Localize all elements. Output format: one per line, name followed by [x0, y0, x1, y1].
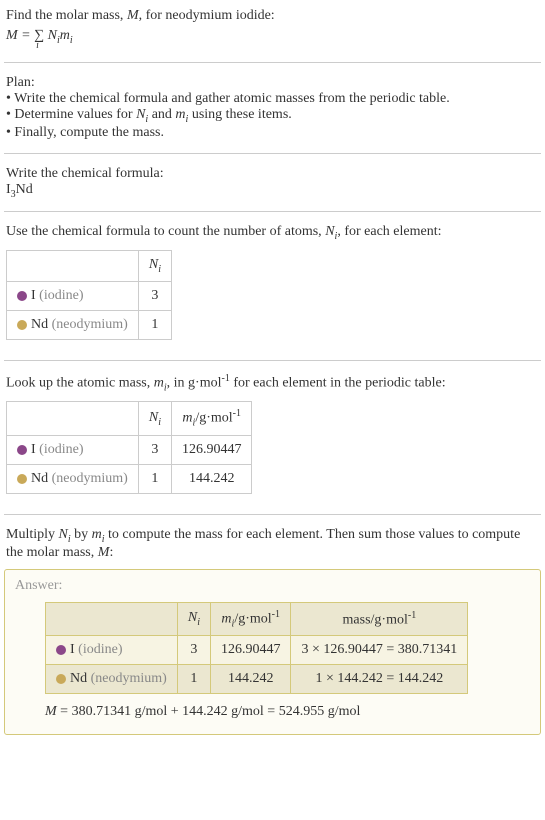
divider [4, 360, 541, 361]
iodine-n: 3 [138, 281, 171, 310]
molar-mass-formula: M = ∑i Nimi [6, 28, 539, 46]
empty-header [7, 402, 139, 435]
iodine-n: 3 [177, 636, 210, 665]
plan-heading: Plan: [6, 75, 539, 91]
lookup-section: Look up the atomic mass, mi, in g·mol-1 … [4, 369, 541, 506]
formula-rhs-m: m [60, 28, 70, 43]
intro-text: Find the molar mass, M, for neodymium io… [6, 8, 539, 24]
table-row: Nd (neodymium) 1 [7, 310, 172, 339]
formula-sum-sub: i [36, 40, 39, 51]
formula-rhs-m-sub: i [70, 35, 73, 46]
multiply-heading: Multiply Ni by mi to compute the mass fo… [6, 527, 539, 561]
divider [4, 153, 541, 154]
chemformula-value: I3Nd [6, 182, 539, 200]
neodymium-dot-icon [56, 674, 66, 684]
plan-section: Plan: • Write the chemical formula and g… [4, 71, 541, 145]
count-section: Use the chemical formula to count the nu… [4, 220, 541, 352]
table-row: I (iodine) 3 126.90447 [7, 435, 252, 464]
chemical-formula-section: Write the chemical formula: I3Nd [4, 162, 541, 204]
neodymium-n: 1 [138, 310, 171, 339]
table-row: Nd (neodymium) 1 144.242 1 × 144.242 = 1… [46, 665, 468, 694]
neodymium-n: 1 [138, 464, 171, 493]
neodymium-dot-icon [17, 320, 27, 330]
formula-lhs: M [6, 28, 18, 43]
col-m-header: mi/g·mol-1 [210, 602, 291, 635]
intro-var-m: M [127, 8, 139, 23]
lookup-heading: Look up the atomic mass, mi, in g·mol-1 … [6, 373, 539, 393]
iodine-dot-icon [56, 645, 66, 655]
table-header-row: Ni [7, 251, 172, 282]
table-header-row: Ni mi/g·mol-1 [7, 402, 252, 435]
formula-rhs-n: N [44, 28, 57, 43]
intro-section: Find the molar mass, M, for neodymium io… [4, 4, 541, 54]
iodine-dot-icon [17, 291, 27, 301]
neodymium-cell: Nd (neodymium) [46, 665, 178, 694]
plan-bullet1: • Write the chemical formula and gather … [6, 91, 539, 107]
iodine-cell: I (iodine) [46, 636, 178, 665]
table-row: I (iodine) 3 126.90447 3 × 126.90447 = 3… [46, 636, 468, 665]
col-mass-header: mass/g·mol-1 [291, 602, 468, 635]
col-m-header: mi/g·mol-1 [171, 402, 252, 435]
iodine-n: 3 [138, 435, 171, 464]
answer-table: Ni mi/g·mol-1 mass/g·mol-1 I (iodine) 3 … [45, 602, 468, 694]
iodine-cell: I (iodine) [7, 435, 139, 464]
intro-line1: Find the molar mass, [6, 8, 127, 23]
col-n-header: Ni [138, 402, 171, 435]
neodymium-cell: Nd (neodymium) [7, 464, 139, 493]
iodine-dot-icon [17, 445, 27, 455]
neodymium-mass: 1 × 144.242 = 144.242 [291, 665, 468, 694]
iodine-m: 126.90447 [210, 636, 291, 665]
plan-bullet3: • Finally, compute the mass. [6, 125, 539, 141]
table-row: I (iodine) 3 [7, 281, 172, 310]
count-table: Ni I (iodine) 3 Nd (neodymium) 1 [6, 250, 172, 340]
table-row: Nd (neodymium) 1 144.242 [7, 464, 252, 493]
multiply-section: Multiply Ni by mi to compute the mass fo… [4, 523, 541, 565]
empty-header [7, 251, 139, 282]
neodymium-m: 144.242 [210, 665, 291, 694]
neodymium-dot-icon [17, 474, 27, 484]
col-n-header: Ni [138, 251, 171, 282]
iodine-mass: 3 × 126.90447 = 380.71341 [291, 636, 468, 665]
neodymium-n: 1 [177, 665, 210, 694]
neodymium-m: 144.242 [171, 464, 252, 493]
neodymium-cell: Nd (neodymium) [7, 310, 139, 339]
formula-eq: = [18, 28, 34, 43]
plan-bullet2: • Determine values for Ni and mi using t… [6, 107, 539, 125]
intro-line1-end: , for neodymium iodide: [139, 8, 275, 23]
iodine-m: 126.90447 [171, 435, 252, 464]
answer-box: Answer: Ni mi/g·mol-1 mass/g·mol-1 I (io… [4, 569, 541, 735]
lookup-table: Ni mi/g·mol-1 I (iodine) 3 126.90447 Nd … [6, 401, 252, 493]
col-n-header: Ni [177, 602, 210, 635]
table-header-row: Ni mi/g·mol-1 mass/g·mol-1 [46, 602, 468, 635]
answer-label: Answer: [15, 578, 530, 594]
final-result: M = 380.71341 g/mol + 144.242 g/mol = 52… [45, 704, 530, 720]
chemformula-heading: Write the chemical formula: [6, 166, 539, 182]
divider [4, 211, 541, 212]
divider [4, 514, 541, 515]
count-heading: Use the chemical formula to count the nu… [6, 224, 539, 242]
iodine-cell: I (iodine) [7, 281, 139, 310]
empty-header [46, 602, 178, 635]
divider [4, 62, 541, 63]
